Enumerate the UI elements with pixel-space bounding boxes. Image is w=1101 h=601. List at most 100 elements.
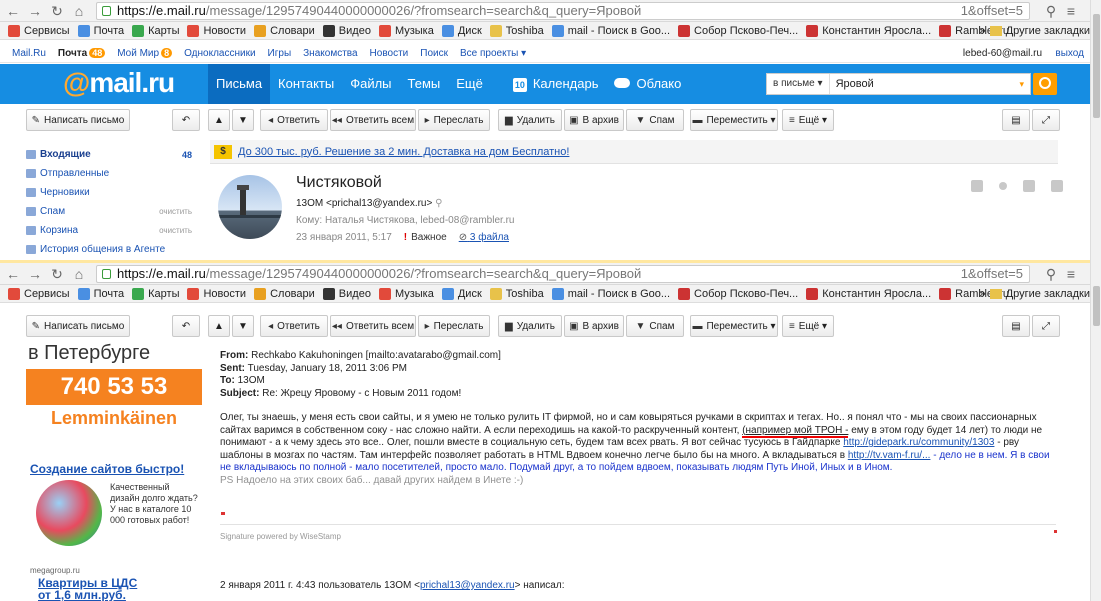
reply-button[interactable]: ◂ Ответить [260,315,328,337]
portal-link-games[interactable]: Игры [268,48,292,59]
sidebar-folder-item[interactable]: Отправленные [26,164,202,183]
print-button[interactable]: ▤ [1002,315,1030,337]
search-scope-select[interactable]: в письме ▾ [767,74,830,94]
move-button[interactable]: ▬ Переместить ▾ [690,109,778,131]
bookmark-item[interactable]: Собор Псково-Печ... [678,288,798,300]
tv-vam-link[interactable]: http://tv.vam-f.ru/... [848,450,931,461]
menu-icon[interactable]: ≡ [1062,2,1080,20]
forward-button[interactable]: ▸ Переслать [418,315,490,337]
bookmark-item[interactable]: Собор Псково-Печ... [678,25,798,37]
prev-message-button[interactable]: ▲ [208,109,230,131]
home-icon[interactable]: ⌂ [70,2,88,20]
folder-clear-link[interactable]: очистить [159,226,192,235]
message-from[interactable]: 13ОМ <prichal13@yandex.ru> ⚲ [296,198,442,209]
bookmark-item[interactable]: Константин Яросла... [806,25,931,37]
undo-button[interactable]: ↶ [172,315,200,337]
compose-button[interactable]: ✎ Написать письмо [26,315,130,337]
next-message-button[interactable]: ▼ [232,109,254,131]
bookmark-item[interactable]: Новости [187,25,246,37]
forward-arrow-icon[interactable]: → [26,265,44,283]
more-button[interactable]: ≡ Ещё ▾ [782,109,834,131]
nav-letters[interactable]: Письма [208,64,271,104]
mail-search[interactable]: в письме ▾ Яровой ▾ [766,73,1031,95]
prev-message-button[interactable]: ▲ [208,315,230,337]
reply-all-button[interactable]: ◂◂ Ответить всем [330,109,416,131]
search-icon[interactable]: ⚲ [1042,2,1060,20]
gidepark-link[interactable]: http://gidepark.ru/community/1303 [843,437,994,448]
bookmark-item[interactable]: Карты [132,25,179,37]
bookmark-item[interactable]: Константин Яросла... [806,288,931,300]
delete-button[interactable]: ▆ Удалить [498,109,562,131]
undo-button[interactable]: ↶ [172,109,200,131]
read-status-icon[interactable] [999,182,1007,190]
reply-all-button[interactable]: ◂◂ Ответить всем [330,315,416,337]
mailru-logo[interactable]: @mail.ru [63,67,175,99]
bookmark-item[interactable]: Видео [322,25,371,37]
other-bookmarks[interactable]: Другие закладки [1006,25,1090,37]
sidebar-folder-item[interactable]: Входящие 48 [26,145,202,164]
sidebar-folder-item[interactable]: История общения в Агенте [26,240,202,259]
scrollbar-thumb[interactable] [1093,14,1100,118]
nav-cloud[interactable]: Облако [606,64,689,104]
portal-link-mailru[interactable]: Mail.Ru [12,48,46,59]
nav-files[interactable]: Файлы [342,64,399,104]
bookmark-item[interactable]: Видео [322,288,371,300]
more-button[interactable]: ≡ Ещё ▾ [782,315,834,337]
nav-themes[interactable]: Темы [400,64,449,104]
left-ad-lemminkainen[interactable]: в Петербурге 740 53 53 Lemminkäinen [26,342,202,442]
folder-clear-link[interactable]: очистить [159,207,192,216]
portal-link-search[interactable]: Поиск [420,48,448,59]
portal-link-news[interactable]: Новости [370,48,409,59]
bookmark-item[interactable]: Toshiba [489,25,544,37]
portal-link-mymir[interactable]: Мой Мир 8 [117,48,173,59]
bookmark-item[interactable]: Диск [441,288,482,300]
archive-button[interactable]: ▣ В архив [564,109,624,131]
portal-link-dating[interactable]: Знакомства [303,48,357,59]
bookmark-item[interactable]: Почта [77,25,124,37]
reload-icon[interactable]: ↻ [48,2,66,20]
compose-button[interactable]: ✎ Написать письмо [26,109,130,131]
calendar-icon[interactable] [1023,180,1035,192]
left-ad-megagroup[interactable]: Создание сайтов быстро! Качественный диз… [30,462,200,592]
sidebar-folder-item[interactable]: Спам очистить [26,202,202,221]
move-button[interactable]: ▬ Переместить ▾ [690,315,778,337]
expand-button[interactable]: ⤢ [1032,315,1060,337]
home-icon[interactable]: ⌂ [70,265,88,283]
bookmark-item[interactable]: Сервисы [8,25,70,37]
nav-calendar[interactable]: 10 Календарь [505,64,607,104]
user-email[interactable]: lebed-60@mail.ru [963,48,1042,59]
nav-contacts[interactable]: Контакты [270,64,342,104]
search-input[interactable]: Яровой [830,74,1020,94]
bookmark-item[interactable]: Почта [77,288,124,300]
bookmark-item[interactable]: Карты [132,288,179,300]
bookmark-item[interactable]: Новости [187,288,246,300]
reply-button[interactable]: ◂ Ответить [260,109,328,131]
expand-button[interactable]: ⤢ [1032,109,1060,131]
search-icon[interactable]: ⚲ [435,198,442,209]
top-ad-banner[interactable]: $ До 300 тыс. руб. Решение за 2 мин. Дос… [210,140,1058,164]
print-button[interactable]: ▤ [1002,109,1030,131]
search-icon[interactable]: ⚲ [1042,265,1060,283]
sidebar-folder-item[interactable]: Черновики [26,183,202,202]
menu-icon[interactable]: ≡ [1062,265,1080,283]
url-input-2[interactable]: https://e.mail.ru/message/12957490440000… [96,265,1030,283]
ad2-title[interactable]: Создание сайтов быстро! [30,462,200,476]
spam-button[interactable]: ▼ Спам [626,315,684,337]
bookmark-item[interactable]: Словари [254,288,315,300]
back-arrow-icon[interactable]: ← [4,265,22,283]
bookmark-item[interactable]: Диск [441,25,482,37]
archive-button[interactable]: ▣ В архив [564,315,624,337]
delete-button[interactable]: ▆ Удалить [498,315,562,337]
logout-link[interactable]: выход [1055,48,1084,59]
forward-arrow-icon[interactable]: → [26,2,44,20]
ad-link[interactable]: До 300 тыс. руб. Решение за 2 мин. Доста… [238,146,569,158]
left-ad-cds[interactable]: Квартиры в ЦДС от 1,6 млн.руб. [38,577,137,601]
reload-icon[interactable]: ↻ [48,265,66,283]
portal-link-mail[interactable]: Почта 48 [58,48,106,59]
sidebar-folder-item[interactable]: Корзина очистить [26,221,202,240]
flag-icon[interactable] [971,180,983,192]
ad3-line2[interactable]: от 1,6 млн.руб. [38,589,137,601]
bookmark-item[interactable]: mail - Поиск в Goo... [551,288,670,300]
spam-button[interactable]: ▼ Спам [626,109,684,131]
url-input[interactable]: https://e.mail.ru/message/12957490440000… [96,2,1030,20]
